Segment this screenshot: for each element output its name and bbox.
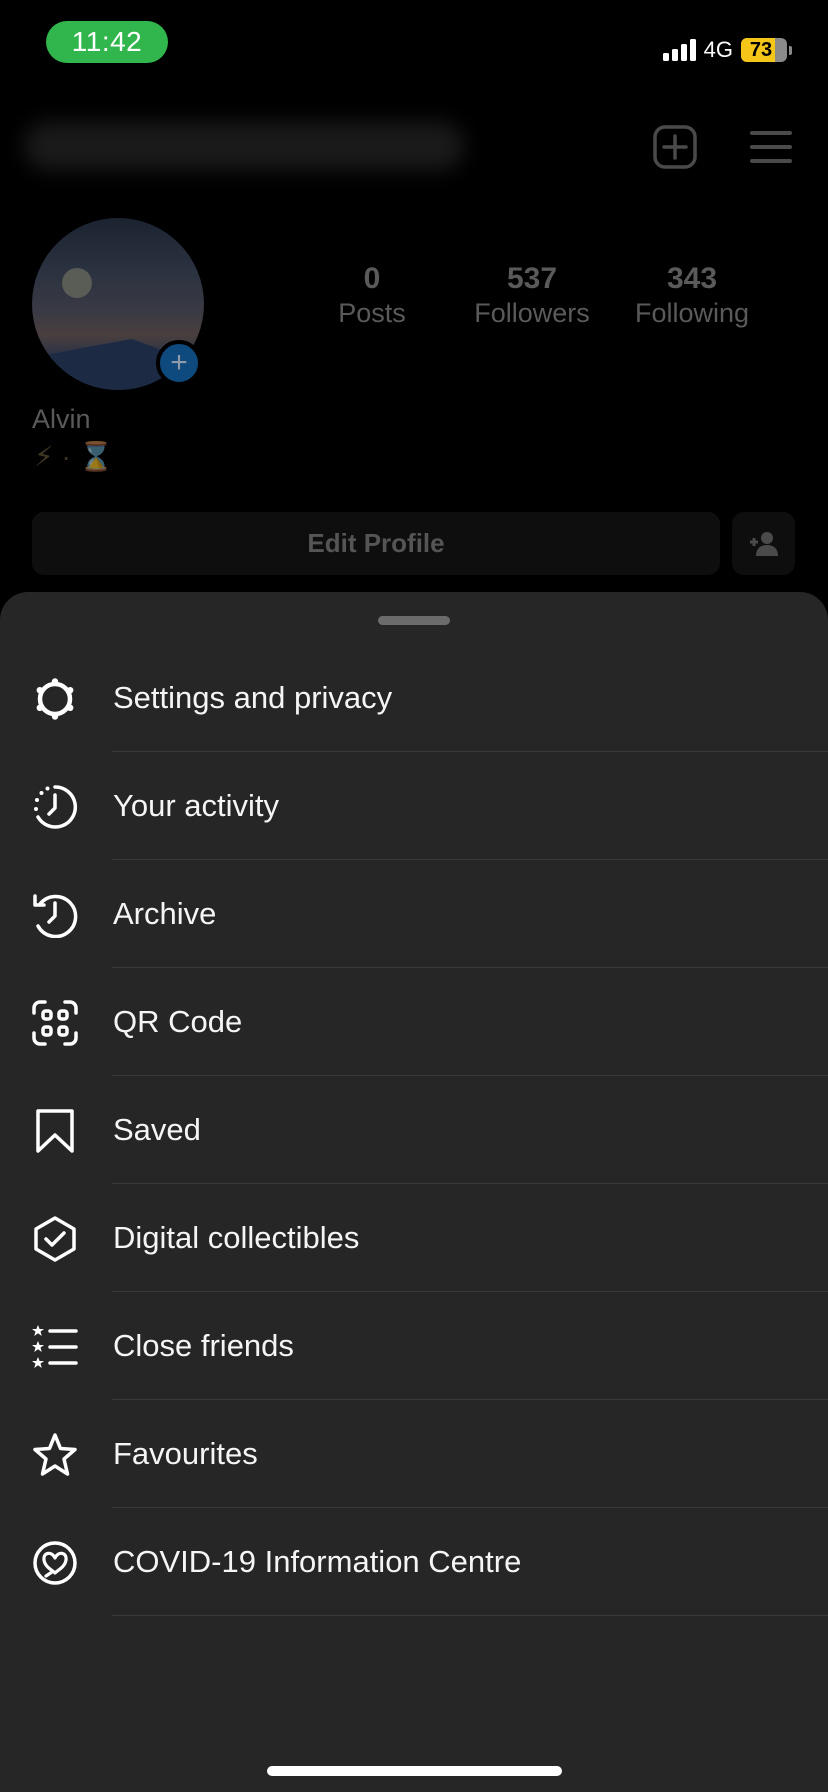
new-post-button[interactable] — [652, 124, 698, 170]
signal-icon — [662, 39, 696, 61]
menu-item-label: Settings and privacy — [113, 680, 393, 715]
home-indicator[interactable] — [267, 1766, 562, 1776]
stat-value: 343 — [666, 262, 718, 295]
menu-item-qr-code[interactable]: QR Code — [0, 968, 828, 1076]
stat-label: Posts — [338, 298, 406, 328]
menu-item-label: Close friends — [113, 1328, 294, 1363]
battery-icon: 73 — [741, 38, 787, 62]
star-icon — [33, 1433, 77, 1476]
stat-value: 537 — [506, 262, 558, 295]
battery-percent: 73 — [749, 39, 773, 61]
add-story-button[interactable]: + — [156, 340, 202, 386]
stat-label: Following — [634, 298, 750, 328]
activity-icon — [34, 785, 78, 829]
collectibles-icon — [34, 1216, 76, 1262]
menu-item-digital-collectibles[interactable]: Digital collectibles — [0, 1184, 828, 1292]
add-person-icon — [749, 531, 778, 556]
menu-item-label: Archive — [113, 896, 217, 931]
covid-info-icon — [33, 1541, 77, 1585]
stat-value: 0 — [363, 262, 381, 295]
close-friends-icon — [32, 1325, 78, 1368]
status-indicators: 4G 73 — [662, 36, 792, 64]
menu-item-label: Favourites — [113, 1436, 258, 1471]
battery-tip — [789, 45, 792, 55]
profile-bio: ⚡ · ⌛ — [34, 441, 114, 472]
qr-code-icon — [32, 1000, 78, 1046]
settings-icon — [36, 678, 74, 720]
menu-bottom-sheet: Settings and privacy Your activity Archi… — [0, 592, 828, 1792]
menu-list: Settings and privacy Your activity Archi… — [0, 644, 828, 1616]
edit-profile-button[interactable]: Edit Profile — [32, 512, 720, 575]
menu-button[interactable] — [748, 124, 794, 170]
divider — [112, 1615, 828, 1616]
menu-item-label: Saved — [113, 1112, 201, 1147]
plus-icon: + — [170, 346, 188, 379]
stat-posts[interactable]: 0 Posts — [322, 262, 422, 329]
archive-icon — [33, 894, 78, 938]
hamburger-menu-icon — [750, 131, 792, 163]
profile-header — [0, 110, 828, 180]
menu-item-label: QR Code — [113, 1004, 243, 1039]
profile-name: Alvin — [32, 404, 91, 434]
stat-label: Followers — [474, 298, 590, 328]
menu-item-label: COVID-19 Information Centre — [113, 1544, 522, 1579]
network-type: 4G — [703, 37, 733, 62]
menu-item-settings-and-privacy[interactable]: Settings and privacy — [0, 644, 828, 752]
stat-followers[interactable]: 537 Followers — [462, 262, 602, 329]
status-bar: 11:42 4G 73 — [0, 0, 828, 90]
menu-item-label: Your activity — [113, 788, 279, 823]
menu-item-your-activity[interactable]: Your activity — [0, 752, 828, 860]
avatar[interactable]: + — [32, 218, 204, 390]
sheet-grabber[interactable] — [378, 616, 450, 625]
avatar-moon — [62, 268, 92, 298]
menu-item-label: Digital collectibles — [113, 1220, 360, 1255]
menu-item-close-friends[interactable]: Close friends — [0, 1292, 828, 1400]
discover-people-button[interactable] — [732, 512, 795, 575]
menu-item-favourites[interactable]: Favourites — [0, 1400, 828, 1508]
menu-item-covid-19-information-centre[interactable]: COVID-19 Information Centre — [0, 1508, 828, 1616]
menu-item-archive[interactable]: Archive — [0, 860, 828, 968]
plus-square-icon — [653, 125, 697, 169]
username-redacted[interactable] — [24, 122, 464, 170]
menu-item-saved[interactable]: Saved — [0, 1076, 828, 1184]
status-time: 11:42 — [46, 21, 168, 63]
stat-following[interactable]: 343 Following — [622, 262, 762, 329]
bookmark-icon — [36, 1109, 74, 1153]
